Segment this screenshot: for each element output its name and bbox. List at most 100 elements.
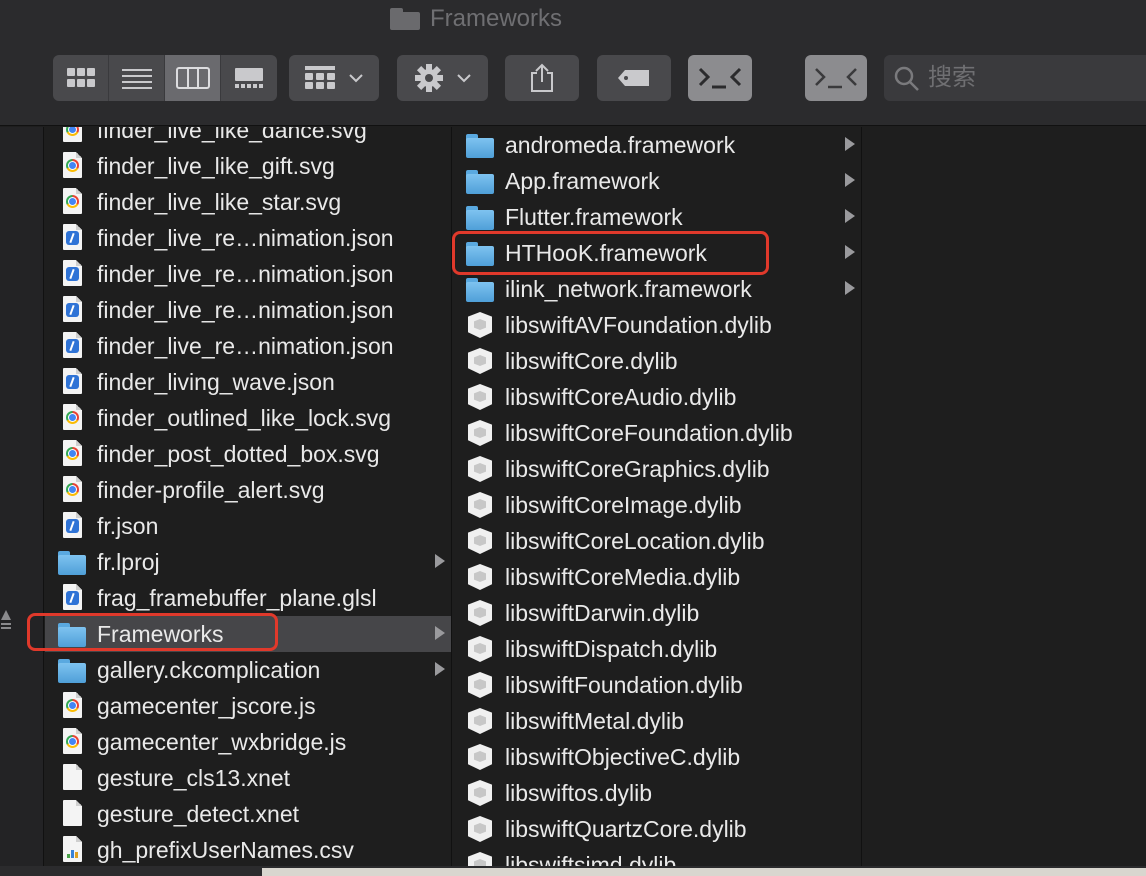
file-row[interactable]: libswiftos.dylib — [453, 775, 861, 811]
horizontal-scrollbar[interactable] — [0, 866, 1146, 876]
folder-row[interactable]: gallery.ckcomplication — [45, 652, 451, 688]
file-row[interactable]: gesture_cls13.xnet — [45, 760, 451, 796]
folder-row[interactable]: andromeda.framework — [453, 127, 861, 163]
file-row[interactable]: libswiftQuartzCore.dylib — [453, 811, 861, 847]
share-button[interactable] — [505, 55, 579, 101]
action-menu-button[interactable] — [397, 55, 488, 101]
disclosure-arrow-icon — [845, 173, 855, 187]
file-row[interactable]: finder_outlined_like_lock.svg — [45, 400, 451, 436]
item-name: libswiftQuartzCore.dylib — [505, 815, 747, 842]
xcode-doc-icon — [57, 332, 87, 360]
file-row[interactable]: frag_framebuffer_plane.glsl — [45, 580, 451, 616]
sidebar-collapse-icon[interactable] — [0, 608, 12, 630]
column-view-button[interactable] — [165, 55, 221, 101]
file-row[interactable]: libswiftCoreGraphics.dylib — [453, 451, 861, 487]
folder-row[interactable]: HTHooK.framework — [453, 235, 861, 271]
item-name: finder_live_like_gift.svg — [97, 152, 335, 179]
file-row[interactable]: finder_live_like_gift.svg — [45, 148, 451, 184]
item-name: Frameworks — [97, 620, 224, 647]
grid-icon — [66, 68, 95, 87]
file-row[interactable]: libswiftsimd.dylib — [453, 847, 861, 868]
file-row[interactable]: libswiftFoundation.dylib — [453, 667, 861, 703]
tags-button[interactable] — [597, 55, 671, 101]
file-row[interactable]: libswiftObjectiveC.dylib — [453, 739, 861, 775]
item-name: andromeda.framework — [505, 131, 736, 158]
file-row[interactable]: finder_live_re…nimation.json — [45, 256, 451, 292]
terminal-icon — [815, 68, 857, 89]
file-row[interactable]: libswiftMetal.dylib — [453, 703, 861, 739]
disclosure-arrow-icon — [435, 554, 445, 568]
chrome-doc-icon — [57, 188, 87, 216]
search-icon — [894, 66, 919, 91]
item-name: fr.lproj — [97, 548, 160, 575]
item-name: libswiftCoreMedia.dylib — [505, 563, 741, 590]
dylib-icon — [465, 419, 495, 447]
xcode-doc-icon — [57, 584, 87, 612]
file-row[interactable]: finder_live_like_dance.svg — [45, 127, 451, 148]
item-name: libswiftCoreFoundation.dylib — [505, 419, 793, 446]
file-row[interactable]: finder_living_wave.json — [45, 364, 451, 400]
gallery-view-button[interactable] — [221, 55, 277, 101]
folder-row[interactable]: App.framework — [453, 163, 861, 199]
file-row[interactable]: libswiftAVFoundation.dylib — [453, 307, 861, 343]
icon-view-button[interactable] — [53, 55, 109, 101]
file-row[interactable]: libswiftCoreFoundation.dylib — [453, 415, 861, 451]
file-row[interactable]: gesture_detect.xnet — [45, 796, 451, 832]
file-row[interactable]: finder_live_re…nimation.json — [45, 220, 451, 256]
group-by-button[interactable] — [289, 55, 379, 101]
xcode-doc-icon — [57, 512, 87, 540]
folder-icon — [465, 167, 495, 195]
file-row[interactable]: libswiftDispatch.dylib — [453, 631, 861, 667]
file-row[interactable]: libswiftCoreMedia.dylib — [453, 559, 861, 595]
disclosure-arrow-icon — [435, 626, 445, 640]
folder-row[interactable]: Flutter.framework — [453, 199, 861, 235]
folder-row[interactable]: fr.lproj — [45, 544, 451, 580]
columns-icon — [175, 67, 210, 89]
chevron-down-icon — [456, 74, 471, 83]
dylib-icon — [465, 563, 495, 591]
scrollbar-thumb[interactable] — [262, 868, 1146, 876]
file-row[interactable]: libswiftCoreImage.dylib — [453, 487, 861, 523]
item-name: App.framework — [505, 167, 660, 194]
file-row[interactable]: fr.json — [45, 508, 451, 544]
file-row[interactable]: libswiftDarwin.dylib — [453, 595, 861, 631]
file-list: finder_live_like_dance.svg finder_live_li… — [45, 127, 451, 867]
dylib-icon — [465, 743, 495, 771]
file-row[interactable]: finder_live_like_star.svg — [45, 184, 451, 220]
item-name: finder_live_re…nimation.json — [97, 260, 394, 287]
file-row[interactable]: libswiftCoreAudio.dylib — [453, 379, 861, 415]
file-row[interactable]: finder-profile_alert.svg — [45, 472, 451, 508]
file-row[interactable]: gamecenter_jscore.js — [45, 688, 451, 724]
item-name: finder_post_dotted_box.svg — [97, 440, 380, 467]
search-input[interactable] — [928, 64, 1128, 92]
item-name: finder_live_re…nimation.json — [97, 224, 394, 251]
file-row[interactable]: finder_live_re…nimation.json — [45, 292, 451, 328]
folder-icon — [390, 8, 420, 30]
tag-icon — [618, 70, 649, 86]
file-row[interactable]: libswiftCoreLocation.dylib — [453, 523, 861, 559]
list-view-button[interactable] — [109, 55, 165, 101]
item-name: libswiftDarwin.dylib — [505, 599, 700, 626]
column-parent-folder: finder_live_like_dance.svg finder_live_li… — [45, 127, 452, 867]
item-name: libswiftDispatch.dylib — [505, 635, 718, 662]
file-row[interactable]: gamecenter_wxbridge.js — [45, 724, 451, 760]
file-row[interactable]: libswiftCore.dylib — [453, 343, 861, 379]
chrome-doc-icon — [57, 728, 87, 756]
folder-row[interactable]: Frameworks — [45, 616, 451, 652]
file-row[interactable]: finder_post_dotted_box.svg — [45, 436, 451, 472]
window-title: Frameworks — [390, 4, 562, 34]
file-row[interactable]: gh_prefixUserNames.csv — [45, 832, 451, 867]
chevron-down-icon — [349, 74, 363, 83]
terminal-button[interactable] — [688, 55, 752, 101]
item-name: Flutter.framework — [505, 203, 683, 230]
file-row[interactable]: finder_live_re…nimation.json — [45, 328, 451, 364]
item-name: libswiftAVFoundation.dylib — [505, 311, 772, 338]
dylib-icon — [465, 599, 495, 627]
search-field[interactable] — [884, 55, 1146, 101]
window-toolbar: Frameworks — [0, 0, 1146, 126]
folder-icon — [57, 548, 87, 576]
folder-row[interactable]: ilink_network.framework — [453, 271, 861, 307]
item-name: libswiftCoreGraphics.dylib — [505, 455, 770, 482]
terminal-shortcut-button[interactable] — [805, 55, 867, 101]
folder-icon — [57, 656, 87, 684]
